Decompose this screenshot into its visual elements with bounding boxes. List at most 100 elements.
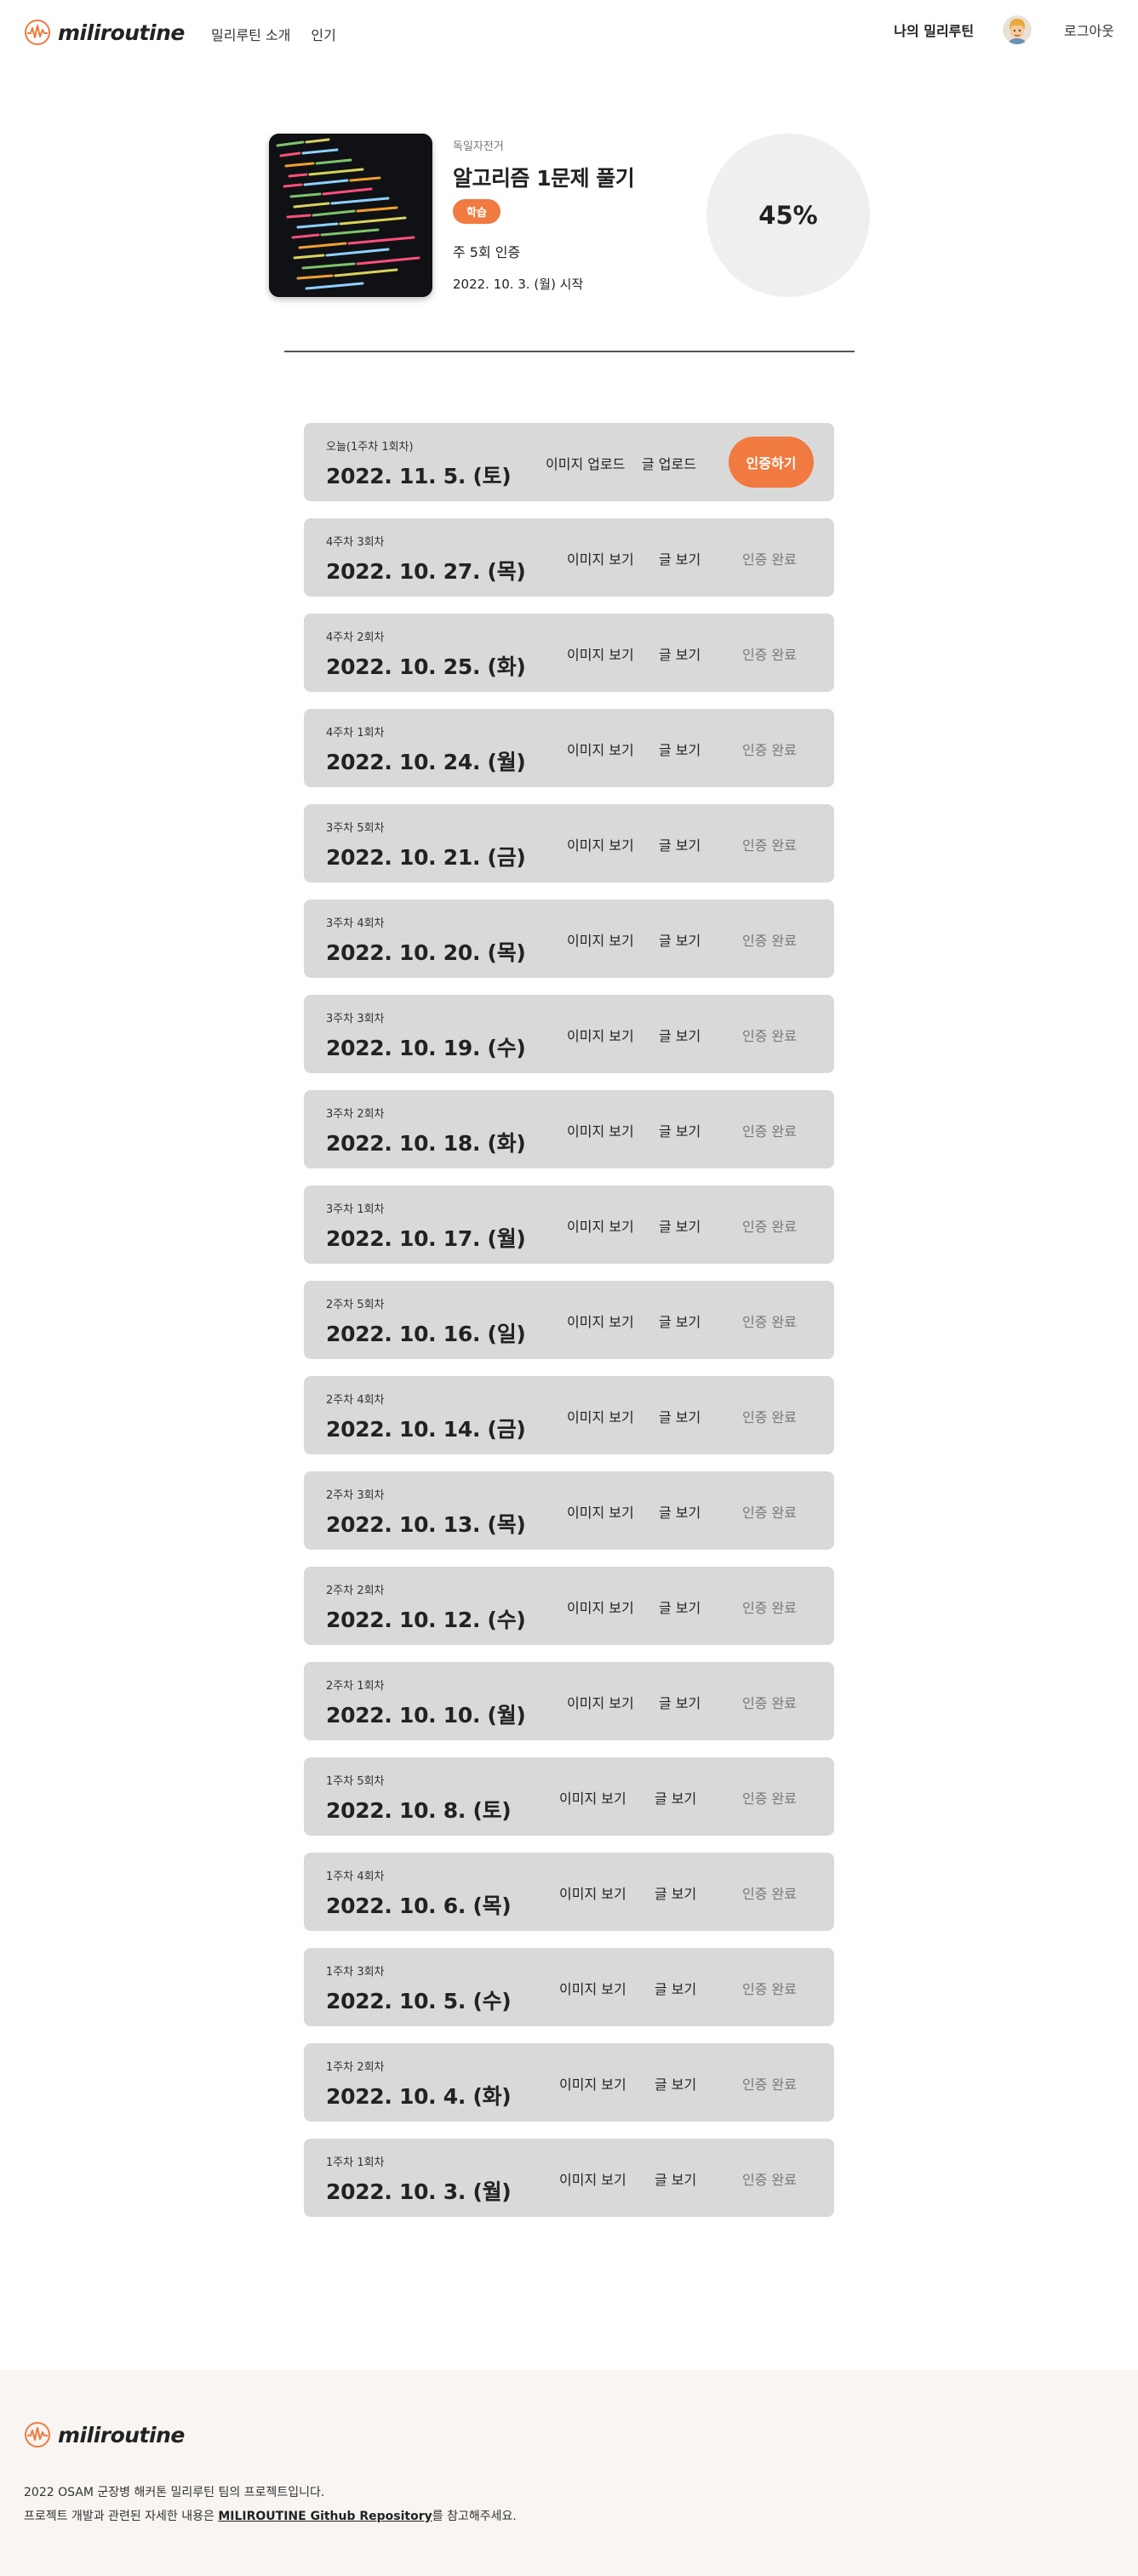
row-date: 2022. 10. 12. (수) (326, 1608, 526, 1632)
view-text-button[interactable]: 글 보기 (659, 548, 701, 568)
view-image-button[interactable]: 이미지 보기 (559, 1787, 626, 1808)
text-upload-button[interactable]: 글 업로드 (642, 453, 696, 473)
view-text-button[interactable]: 글 보기 (655, 2168, 696, 2189)
row-round: 4주차 3회차 (326, 536, 385, 549)
view-text-button[interactable]: 글 보기 (659, 643, 701, 664)
my-routine-link[interactable]: 나의 밀리루틴 (894, 20, 974, 40)
view-image-button[interactable]: 이미지 보기 (567, 1311, 634, 1331)
view-image-button[interactable]: 이미지 보기 (559, 2073, 626, 2093)
view-image-button[interactable]: 이미지 보기 (567, 739, 634, 759)
view-text-button[interactable]: 글 보기 (659, 1501, 701, 1522)
view-image-button[interactable]: 이미지 보기 (567, 643, 634, 664)
row-date: 2022. 10. 24. (월) (326, 750, 526, 774)
github-repo-link[interactable]: MILIROUTINE Github Repository (218, 2510, 432, 2523)
history-row: 4주차 2회차 2022. 10. 25. (화) 이미지 보기 글 보기 인증 완료 (304, 614, 834, 692)
view-text-button[interactable]: 글 보기 (659, 1025, 701, 1045)
view-image-button[interactable]: 이미지 보기 (567, 1692, 634, 1712)
row-round: 1주차 3회차 (326, 1966, 385, 1979)
logo-icon (25, 20, 50, 45)
view-image-button[interactable]: 이미지 보기 (567, 929, 634, 950)
routine-info: 독일자전거 알고리즘 1문제 풀기 학습 주 5회 인증 2022. 10. 3… (453, 137, 635, 293)
row-round: 오늘(1주차 1회차) (326, 441, 414, 454)
view-image-button[interactable]: 이미지 보기 (567, 1406, 634, 1426)
footer-description: 2022 OSAM 군장병 해커톤 밀리루틴 팀의 프로젝트입니다. (24, 2486, 325, 2499)
view-text-button[interactable]: 글 보기 (659, 1120, 701, 1140)
row-date: 2022. 10. 6. (목) (326, 1893, 512, 1918)
view-image-button[interactable]: 이미지 보기 (559, 1882, 626, 1903)
history-row: 2주차 3회차 2022. 10. 13. (목) 이미지 보기 글 보기 인증 완료 (304, 1471, 834, 1550)
history-row: 3주차 5회차 2022. 10. 21. (금) 이미지 보기 글 보기 인증 완료 (304, 804, 834, 882)
view-text-button[interactable]: 글 보기 (659, 1311, 701, 1331)
view-text-button[interactable]: 글 보기 (659, 929, 701, 950)
row-round: 3주차 3회차 (326, 1013, 385, 1025)
view-text-button[interactable]: 글 보기 (659, 1406, 701, 1426)
status-label: 인증 완료 (742, 1409, 797, 1425)
row-date: 2022. 10. 25. (화) (326, 654, 526, 679)
category-tag: 학습 (453, 199, 500, 224)
status-label: 인증 완료 (742, 1791, 797, 1807)
view-image-button[interactable]: 이미지 보기 (567, 834, 634, 854)
history-row: 4주차 3회차 2022. 10. 27. (목) 이미지 보기 글 보기 인증 완료 (304, 518, 834, 597)
today-row: 오늘(1주차 1회차) 2022. 11. 5. (토) 이미지 업로드 글 업… (304, 423, 834, 501)
status-label: 인증 완료 (742, 647, 797, 663)
view-text-button[interactable]: 글 보기 (659, 1692, 701, 1712)
history-row: 3주차 2회차 2022. 10. 18. (화) 이미지 보기 글 보기 인증 완료 (304, 1090, 834, 1168)
status-label: 인증 완료 (742, 551, 797, 568)
footer-repo-prefix: 프로젝트 개발과 관련된 자세한 내용은 (24, 2510, 219, 2523)
footer-repo-note: 프로젝트 개발과 관련된 자세한 내용은 MILIROUTINE Github … (24, 2507, 517, 2524)
user-nav: 나의 밀리루틴 로그아웃 (894, 15, 1114, 44)
row-date: 2022. 10. 10. (월) (326, 1703, 526, 1728)
row-round: 3주차 1회차 (326, 1203, 385, 1216)
status-label: 인증 완료 (742, 1219, 797, 1235)
nav-popular[interactable]: 인기 (311, 24, 335, 44)
view-text-button[interactable]: 글 보기 (659, 834, 701, 854)
row-date: 2022. 11. 5. (토) (326, 464, 512, 488)
footer-logo-text: miliroutine (58, 2422, 185, 2447)
view-text-button[interactable]: 글 보기 (655, 1978, 696, 1998)
certification-list: 오늘(1주차 1회차) 2022. 11. 5. (토) 이미지 업로드 글 업… (304, 423, 834, 2234)
row-round: 1주차 1회차 (326, 2156, 385, 2169)
history-row: 1주차 4회차 2022. 10. 6. (목) 이미지 보기 글 보기 인증 완료 (304, 1853, 834, 1931)
view-image-button[interactable]: 이미지 보기 (567, 1025, 634, 1045)
status-label: 인증 완료 (742, 1695, 797, 1711)
status-label: 인증 완료 (742, 933, 797, 949)
row-date: 2022. 10. 19. (수) (326, 1036, 526, 1060)
row-round: 3주차 2회차 (326, 1108, 385, 1121)
status-label: 인증 완료 (742, 1314, 797, 1330)
view-image-button[interactable]: 이미지 보기 (567, 1215, 634, 1236)
view-text-button[interactable]: 글 보기 (655, 1882, 696, 1903)
row-round: 3주차 5회차 (326, 822, 385, 835)
view-image-button[interactable]: 이미지 보기 (559, 2168, 626, 2189)
view-image-button[interactable]: 이미지 보기 (567, 1501, 634, 1522)
view-text-button[interactable]: 글 보기 (659, 1596, 701, 1617)
row-date: 2022. 10. 3. (월) (326, 2179, 512, 2204)
view-image-button[interactable]: 이미지 보기 (559, 1978, 626, 1998)
main-nav: 밀리루틴 소개 인기 (211, 24, 336, 44)
footer-logo: miliroutine (24, 2421, 185, 2448)
view-text-button[interactable]: 글 보기 (655, 2073, 696, 2093)
view-image-button[interactable]: 이미지 보기 (567, 548, 634, 568)
logout-link[interactable]: 로그아웃 (1064, 20, 1114, 40)
avatar[interactable] (1003, 15, 1032, 44)
logo-icon (25, 2422, 50, 2447)
view-text-button[interactable]: 글 보기 (659, 739, 701, 759)
history-row: 3주차 3회차 2022. 10. 19. (수) 이미지 보기 글 보기 인증 완료 (304, 995, 834, 1073)
status-label: 인증 완료 (742, 2172, 797, 2188)
view-text-button[interactable]: 글 보기 (659, 1215, 701, 1236)
history-row: 2주차 5회차 2022. 10. 16. (일) 이미지 보기 글 보기 인증 완료 (304, 1281, 834, 1359)
row-round: 1주차 2회차 (326, 2061, 385, 2074)
row-date: 2022. 10. 14. (금) (326, 1417, 526, 1442)
image-upload-button[interactable]: 이미지 업로드 (546, 453, 625, 473)
logo[interactable]: miliroutine (24, 19, 185, 46)
history-row: 3주차 4회차 2022. 10. 20. (목) 이미지 보기 글 보기 인증 완료 (304, 900, 834, 978)
view-image-button[interactable]: 이미지 보기 (567, 1596, 634, 1617)
certify-button[interactable]: 인증하기 (729, 437, 814, 488)
view-image-button[interactable]: 이미지 보기 (567, 1120, 634, 1140)
row-date: 2022. 10. 4. (화) (326, 2084, 512, 2109)
row-round: 1주차 5회차 (326, 1775, 385, 1788)
view-text-button[interactable]: 글 보기 (655, 1787, 696, 1808)
routine-thumbnail (269, 134, 432, 297)
routine-frequency: 주 5회 인증 (453, 244, 521, 260)
row-round: 2주차 5회차 (326, 1299, 385, 1311)
nav-about[interactable]: 밀리루틴 소개 (211, 24, 290, 44)
